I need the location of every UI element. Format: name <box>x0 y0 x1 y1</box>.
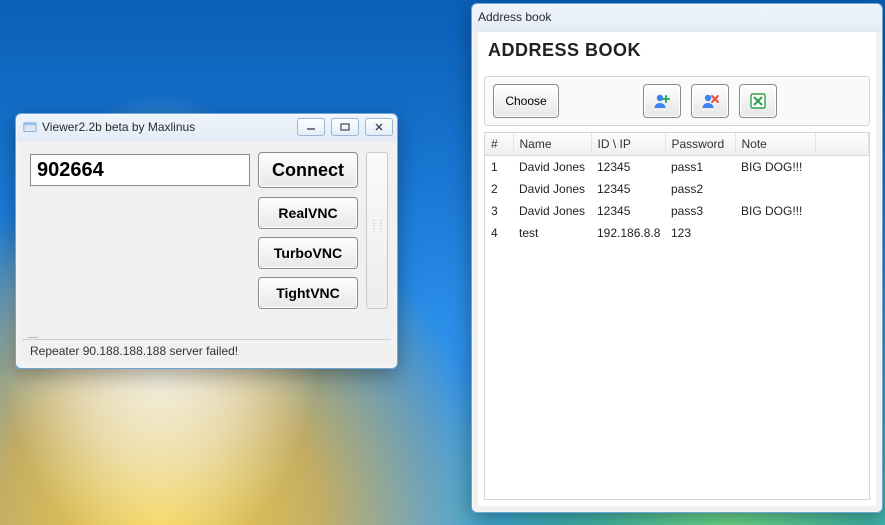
cell-name: test <box>513 222 591 244</box>
cell-note: BIG DOG!!! <box>735 156 815 179</box>
delete-entry-button[interactable] <box>691 84 729 118</box>
col-password[interactable]: Password <box>665 133 735 156</box>
cell-note <box>735 178 815 200</box>
excel-icon <box>748 91 768 111</box>
maximize-button[interactable] <box>331 118 359 136</box>
col-num[interactable]: # <box>485 133 513 156</box>
cell-password: pass1 <box>665 156 735 179</box>
grid-header-row[interactable]: # Name ID \ IP Password Note <box>485 133 869 156</box>
addressbook-heading: ADDRESS BOOK <box>478 32 876 68</box>
cell-password: pass3 <box>665 200 735 222</box>
cell-password: pass2 <box>665 178 735 200</box>
turbovnc-button[interactable]: TurboVNC <box>258 237 358 269</box>
cell-n: 2 <box>485 178 513 200</box>
table-row[interactable]: 1David Jones12345pass1BIG DOG!!! <box>485 156 869 179</box>
cell-id: 192.186.8.8 <box>591 222 665 244</box>
grip-icon: ⋮⋮⋮⋮ <box>370 221 384 235</box>
viewer-app-icon <box>22 119 38 135</box>
cell-id: 12345 <box>591 156 665 179</box>
turbovnc-label: TurboVNC <box>274 245 342 261</box>
choose-button[interactable]: Choose <box>493 84 559 118</box>
addressbook-window: Address book ADDRESS BOOK Choose <box>471 3 883 513</box>
cell-n: 3 <box>485 200 513 222</box>
connect-label: Connect <box>272 160 344 181</box>
cell-n: 1 <box>485 156 513 179</box>
addressbook-titlebar[interactable]: Address book <box>472 4 882 30</box>
cell-password: 123 <box>665 222 735 244</box>
table-row[interactable]: 2David Jones12345pass2 <box>485 178 869 200</box>
add-entry-button[interactable] <box>643 84 681 118</box>
cell-id: 12345 <box>591 200 665 222</box>
user-remove-icon <box>700 91 720 111</box>
viewer-window: Viewer2.2b beta by Maxlinus ▾ Connect Re… <box>15 113 398 369</box>
choose-label: Choose <box>505 94 546 108</box>
status-text: Repeater 90.188.188.188 server failed! <box>30 344 238 358</box>
close-button[interactable] <box>365 118 393 136</box>
table-row[interactable]: 4test192.186.8.8123 <box>485 222 869 244</box>
export-excel-button[interactable] <box>739 84 777 118</box>
tightvnc-label: TightVNC <box>276 285 340 301</box>
cell-note: BIG DOG!!! <box>735 200 815 222</box>
addressbook-grid[interactable]: # Name ID \ IP Password Note 1David Jone… <box>484 132 870 500</box>
realvnc-button[interactable]: RealVNC <box>258 197 358 229</box>
cell-name: David Jones <box>513 156 591 179</box>
viewer-title: Viewer2.2b beta by Maxlinus <box>42 120 297 134</box>
cell-note <box>735 222 815 244</box>
viewer-titlebar[interactable]: Viewer2.2b beta by Maxlinus <box>16 114 397 140</box>
cell-name: David Jones <box>513 178 591 200</box>
addressbook-title: Address book <box>478 10 878 24</box>
tightvnc-button[interactable]: TightVNC <box>258 277 358 309</box>
connect-button[interactable]: Connect <box>258 152 358 188</box>
cell-n: 4 <box>485 222 513 244</box>
minimize-button[interactable] <box>297 118 325 136</box>
side-panel[interactable]: ⋮⋮⋮⋮ <box>366 152 388 309</box>
col-id[interactable]: ID \ IP <box>591 133 665 156</box>
col-name[interactable]: Name <box>513 133 591 156</box>
user-plus-icon <box>652 91 672 111</box>
cell-name: David Jones <box>513 200 591 222</box>
cell-id: 12345 <box>591 178 665 200</box>
col-note[interactable]: Note <box>735 133 815 156</box>
addressbook-toolbar: Choose <box>484 76 870 126</box>
status-bar: Repeater 90.188.188.188 server failed! <box>22 339 391 362</box>
host-combo[interactable]: ▾ <box>30 154 250 186</box>
table-row[interactable]: 3David Jones12345pass3BIG DOG!!! <box>485 200 869 222</box>
realvnc-label: RealVNC <box>278 205 337 221</box>
col-spare[interactable] <box>815 133 869 156</box>
